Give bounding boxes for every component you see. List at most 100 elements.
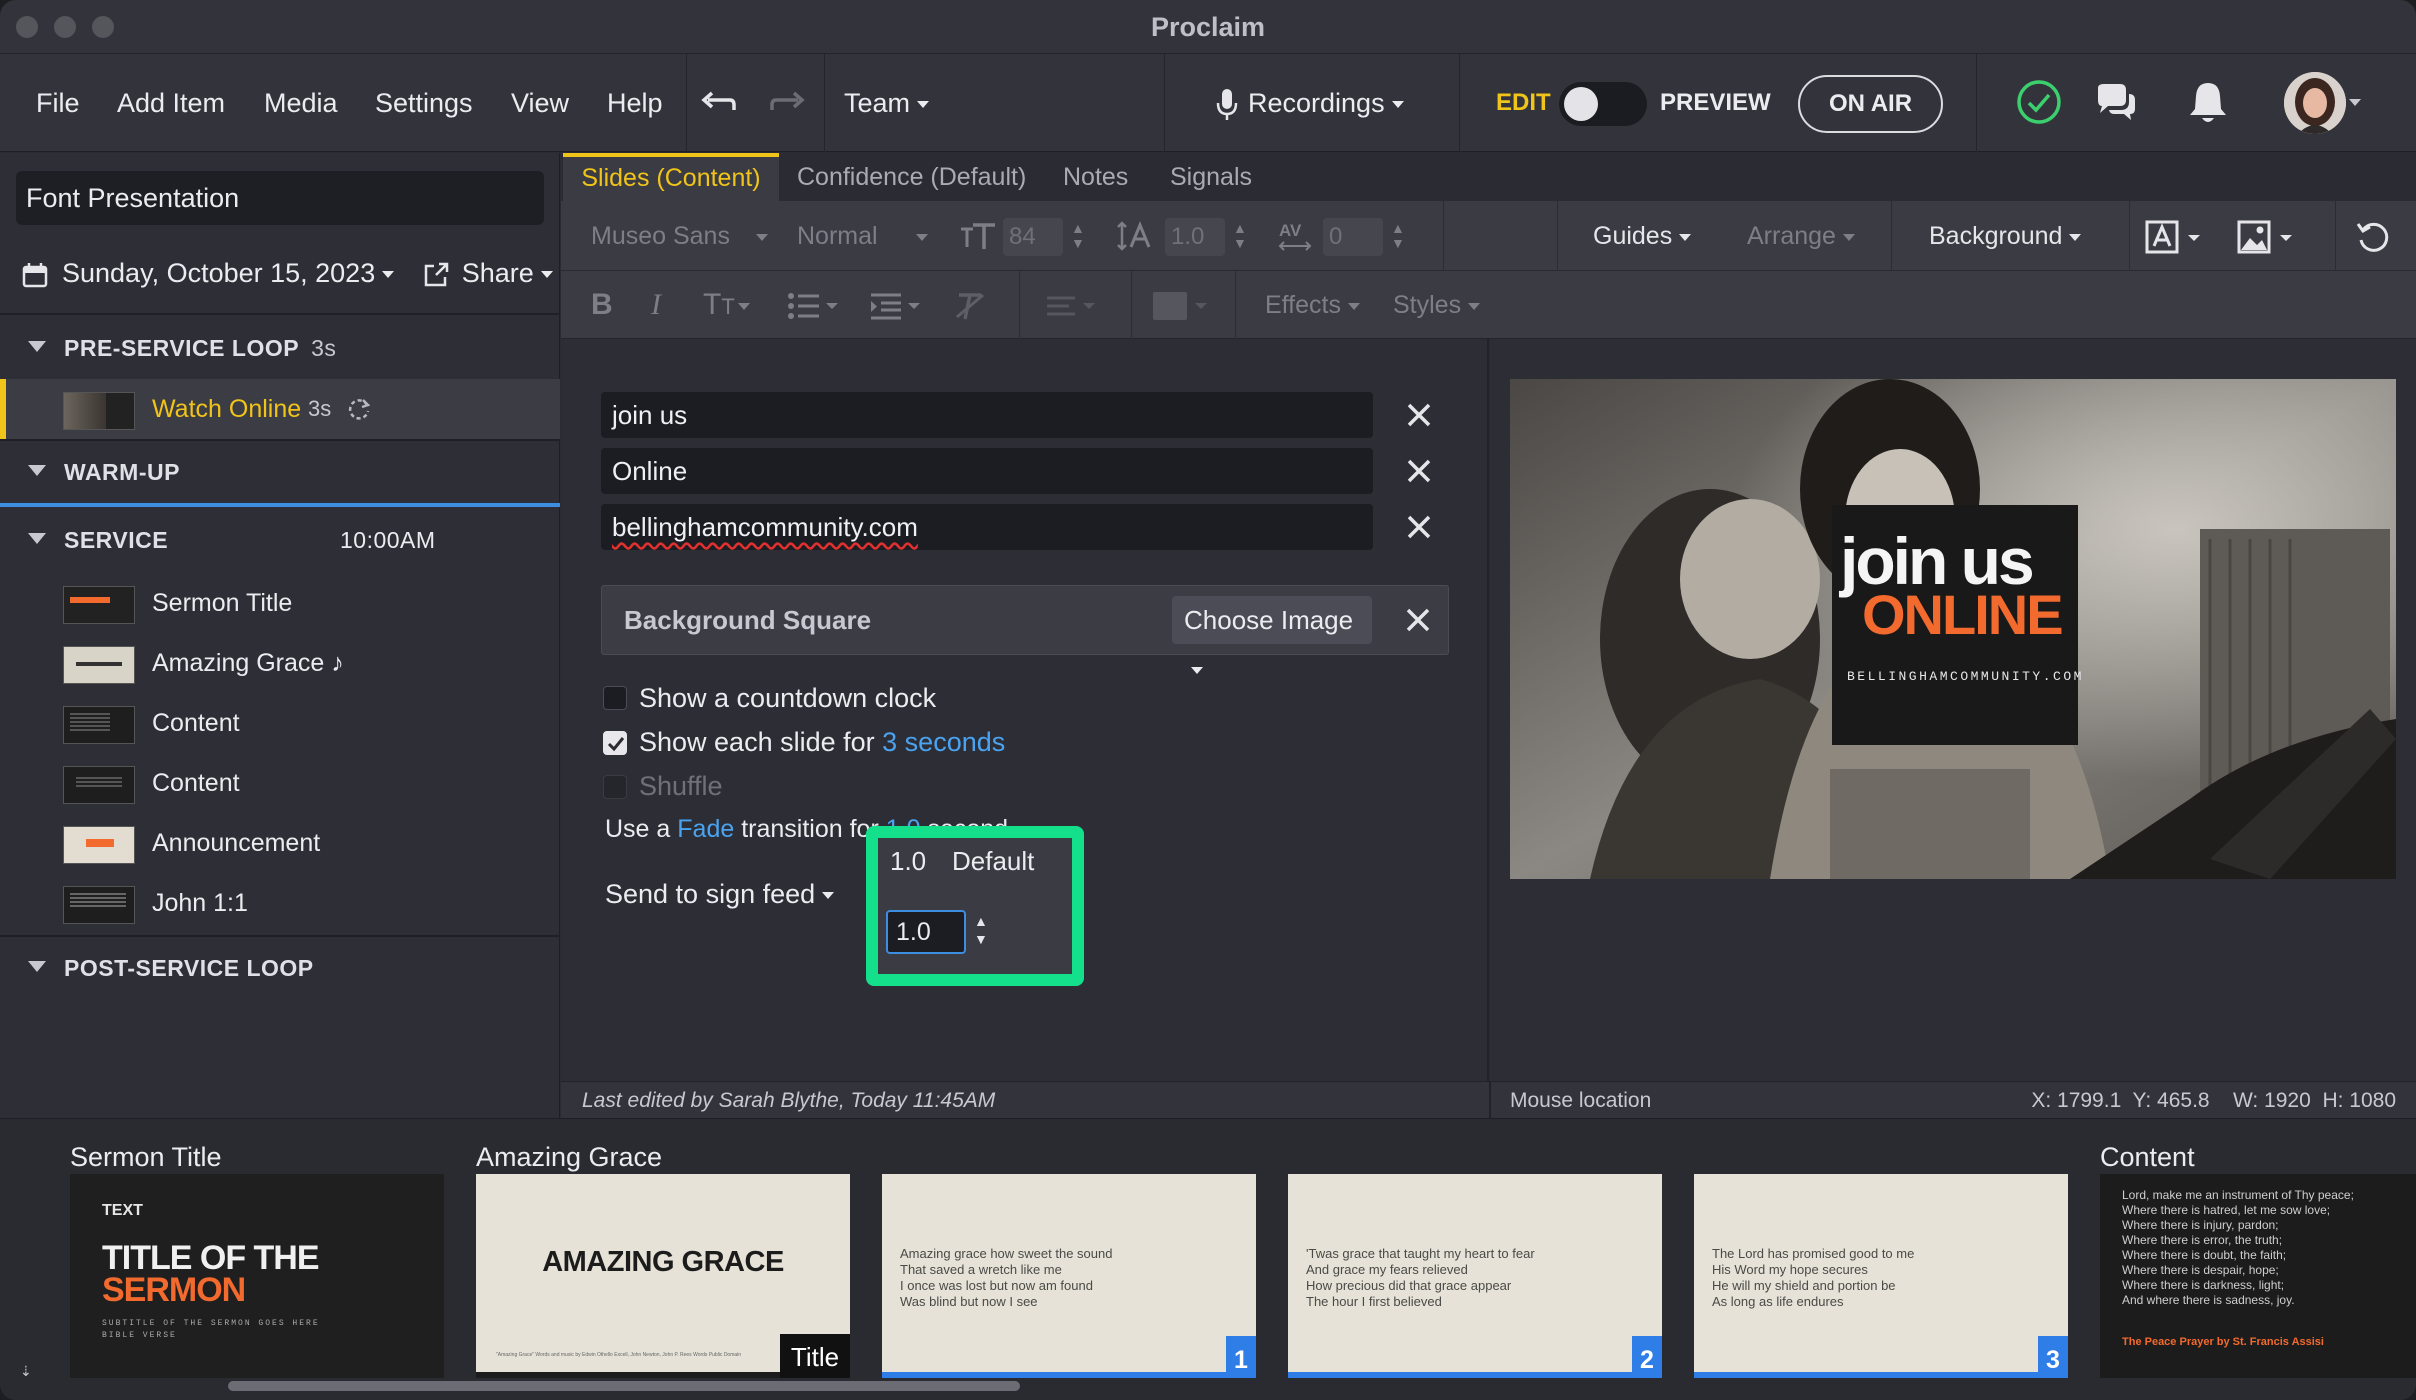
italic-icon[interactable]: I bbox=[651, 271, 661, 339]
item-thumbnail bbox=[63, 392, 135, 430]
on-air-button[interactable]: ON AIR bbox=[1798, 75, 1943, 133]
edit-preview-toggle[interactable] bbox=[1559, 82, 1647, 126]
slide-card-sermon-title[interactable]: TEXT TITLE OF THE SERMON SUBTITLE OF THE… bbox=[70, 1174, 444, 1378]
presentation-title-field[interactable]: Font Presentation bbox=[16, 171, 544, 225]
slide-card-content[interactable]: Lord, make me an instrument of Thy peace… bbox=[2100, 1174, 2416, 1378]
arrange-dropdown[interactable]: Arrange bbox=[1747, 201, 1855, 271]
duration-input[interactable]: 1.0 bbox=[886, 910, 966, 954]
text-field-online[interactable]: Online bbox=[601, 448, 1373, 494]
strip-horizontal-scrollbar[interactable] bbox=[228, 1381, 1020, 1391]
menu-settings[interactable]: Settings bbox=[375, 54, 473, 152]
menu-help[interactable]: Help bbox=[607, 54, 663, 152]
effects-label: Effects bbox=[1265, 291, 1341, 319]
section-warm-up[interactable]: WARM-UP bbox=[0, 441, 560, 503]
item-label: Watch Online bbox=[152, 395, 302, 423]
section-post-service-loop[interactable]: POST-SERVICE LOOP bbox=[0, 937, 560, 999]
remove-field-icon[interactable] bbox=[1403, 399, 1435, 431]
bold-icon[interactable]: B bbox=[591, 271, 613, 339]
item-label: Sermon Title bbox=[152, 589, 293, 617]
item-amazing-grace[interactable]: Amazing Grace ♪ bbox=[0, 633, 560, 693]
letter-spacing-stepper[interactable]: ▲ ▼ bbox=[1391, 221, 1405, 251]
duration-stepper[interactable]: ▲ ▼ bbox=[974, 912, 988, 948]
notifications-bell-icon[interactable] bbox=[2188, 80, 2228, 126]
menu-add-item[interactable]: Add Item bbox=[117, 54, 225, 152]
letter-spacing-input[interactable]: 0 bbox=[1323, 218, 1383, 256]
font-family-value: Museo Sans bbox=[591, 222, 730, 250]
collapse-strip-icon[interactable]: ⇣ bbox=[20, 1363, 32, 1380]
item-content-2[interactable]: Content bbox=[0, 753, 560, 813]
menu-view[interactable]: View bbox=[511, 54, 569, 152]
item-john-1-1[interactable]: John 1:1 bbox=[0, 873, 560, 933]
choose-image-dropdown[interactable]: Choose Image bbox=[1172, 596, 1372, 674]
user-avatar[interactable] bbox=[2284, 72, 2346, 134]
slide-strip: Sermon Title Amazing Grace Content TEXT … bbox=[0, 1118, 2416, 1400]
team-dropdown[interactable]: Team bbox=[844, 54, 930, 152]
text-field-join-us[interactable]: join us bbox=[601, 392, 1373, 438]
styles-dropdown[interactable]: Styles bbox=[1393, 271, 1481, 339]
tab-notes[interactable]: Notes bbox=[1063, 153, 1128, 201]
item-announcement[interactable]: Announcement bbox=[0, 813, 560, 873]
item-content-1[interactable]: Content bbox=[0, 693, 560, 753]
tab-signals[interactable]: Signals bbox=[1170, 153, 1252, 201]
line-height-input[interactable]: 1.0 bbox=[1165, 218, 1225, 256]
editor-tabs: Slides (Content) Confidence (Default) No… bbox=[561, 153, 2416, 201]
tab-slides-content[interactable]: Slides (Content) bbox=[563, 153, 779, 201]
background-dropdown[interactable]: Background bbox=[1929, 201, 2082, 271]
slide-duration-link[interactable]: 3 seconds bbox=[882, 727, 1005, 757]
slide-url-text: BELLINGHAMCOMMUNITY.COM bbox=[1847, 669, 2084, 684]
text-case-icon[interactable]: TT bbox=[703, 271, 750, 339]
reset-icon[interactable] bbox=[2355, 220, 2391, 254]
shuffle-checkbox[interactable] bbox=[603, 775, 627, 799]
item-sermon-title[interactable]: Sermon Title bbox=[0, 573, 560, 633]
service-date-dropdown[interactable]: Sunday, October 15, 2023 bbox=[62, 258, 375, 288]
remove-field-icon[interactable] bbox=[1403, 511, 1435, 543]
duration-option-value[interactable]: 1.0 bbox=[890, 846, 926, 877]
menu-media[interactable]: Media bbox=[264, 54, 338, 152]
slide-card-verse-1[interactable]: Amazing grace how sweet the sound That s… bbox=[882, 1174, 1256, 1378]
indent-icon[interactable] bbox=[869, 291, 927, 321]
remove-field-icon[interactable] bbox=[1403, 455, 1435, 487]
slide-card-verse-2[interactable]: 'Twas grace that taught my heart to fear… bbox=[1288, 1174, 1662, 1378]
align-icon[interactable] bbox=[1045, 293, 1101, 319]
text-box-icon[interactable] bbox=[2145, 220, 2203, 254]
guides-dropdown[interactable]: Guides bbox=[1593, 201, 1692, 271]
section-label: POST-SERVICE LOOP bbox=[64, 955, 314, 981]
sync-status-icon[interactable] bbox=[2016, 79, 2062, 125]
line-height-stepper[interactable]: ▲ ▼ bbox=[1233, 221, 1247, 251]
section-label: WARM-UP bbox=[64, 459, 180, 485]
card-subtitle: SUBTITLE OF THE SERMON GOES HERE BIBLE V… bbox=[102, 1319, 320, 1340]
font-weight-dropdown[interactable]: Normal bbox=[797, 201, 928, 271]
chat-icon[interactable] bbox=[2094, 82, 2138, 124]
redo-icon[interactable] bbox=[768, 88, 806, 120]
font-size-stepper[interactable]: ▲ ▼ bbox=[1071, 221, 1085, 251]
section-label: PRE-SERVICE LOOP bbox=[64, 335, 300, 361]
section-service[interactable]: SERVICE 10:00AM bbox=[0, 509, 560, 571]
sign-feed-dropdown[interactable]: Send to sign feed bbox=[605, 874, 835, 914]
slide-card-amazing-grace-title[interactable]: AMAZING GRACE "Amazing Grace" Words and … bbox=[476, 1174, 850, 1378]
text-color-picker[interactable] bbox=[1151, 289, 1215, 323]
bullet-list-icon[interactable] bbox=[787, 291, 845, 321]
countdown-checkbox[interactable] bbox=[603, 686, 627, 710]
text-field-url[interactable]: bellinghamcommunity.com bbox=[601, 504, 1373, 550]
clear-format-icon[interactable] bbox=[953, 291, 987, 321]
undo-icon[interactable] bbox=[700, 88, 738, 120]
font-size-input[interactable]: 84 bbox=[1003, 218, 1063, 256]
section-pre-service-loop[interactable]: PRE-SERVICE LOOP 3s bbox=[0, 317, 560, 379]
share-dropdown[interactable]: Share bbox=[462, 258, 534, 288]
font-family-dropdown[interactable]: Museo Sans bbox=[591, 201, 768, 271]
transition-type-link[interactable]: Fade bbox=[677, 815, 734, 843]
letter-spacing-icon: AV bbox=[1277, 219, 1313, 253]
tab-confidence[interactable]: Confidence (Default) bbox=[797, 153, 1026, 201]
show-each-checkbox[interactable] bbox=[603, 731, 627, 755]
remove-background-icon[interactable] bbox=[1402, 604, 1434, 636]
sign-feed-label: Send to sign feed bbox=[605, 879, 816, 909]
recordings-dropdown[interactable]: Recordings bbox=[1216, 54, 1404, 152]
duration-option-default[interactable]: Default bbox=[952, 846, 1034, 877]
effects-dropdown[interactable]: Effects bbox=[1265, 271, 1360, 339]
menu-file[interactable]: File bbox=[36, 54, 80, 152]
style-toolbar: B I TT Effects Styles bbox=[561, 271, 2416, 339]
image-icon[interactable] bbox=[2237, 220, 2295, 254]
item-watch-online[interactable]: Watch Online 3s bbox=[0, 379, 560, 439]
slide-card-verse-3[interactable]: The Lord has promised good to me His Wor… bbox=[1694, 1174, 2068, 1378]
choose-image-label: Choose Image bbox=[1184, 605, 1354, 635]
